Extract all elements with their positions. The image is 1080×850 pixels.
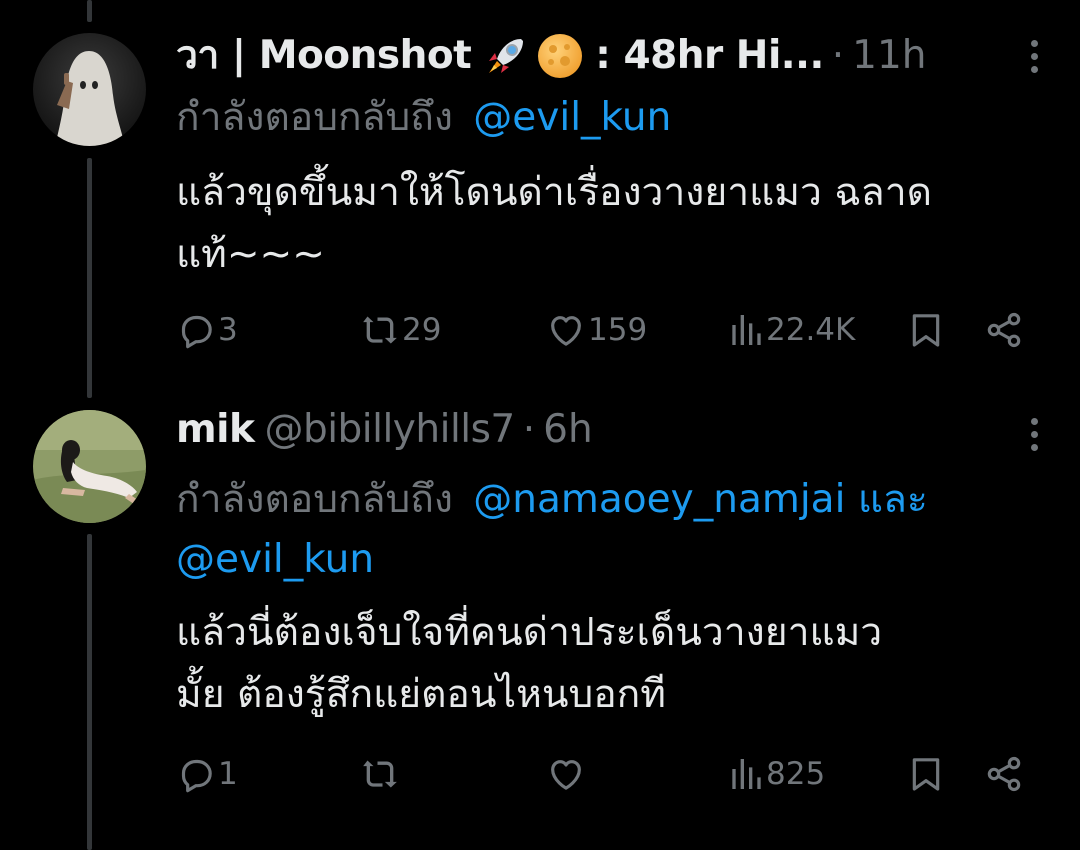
- like-button[interactable]: 159: [546, 305, 647, 355]
- bookmark-icon: [912, 758, 940, 791]
- repost-button[interactable]: [360, 749, 402, 799]
- user-handle[interactable]: @bibillyhills7: [264, 402, 515, 458]
- tweet-text-line: แล้วนี่ต้องเจ็บใจที่คนด่าประเด็นวางยาแมว: [176, 610, 883, 655]
- like-count: 159: [588, 312, 648, 348]
- reply-button[interactable]: 1: [176, 749, 238, 799]
- bookmark-icon: [912, 314, 940, 347]
- full-moon-emoji: [535, 31, 585, 81]
- repost-icon: [363, 316, 397, 344]
- thread: วา | Moonshot: 48hr Hi... · 11h กำลังตอ…: [0, 0, 1080, 850]
- tweet[interactable]: วา | Moonshot: 48hr Hi... · 11h กำลังตอ…: [0, 0, 1080, 380]
- tweet[interactable]: mik @bibillyhills7 · 6h กำลังตอบกลับถึง …: [0, 380, 1080, 850]
- reply-icon: [181, 315, 212, 349]
- display-name-suffix[interactable]: : 48hr Hi...: [595, 28, 824, 84]
- tweet-header: วา | Moonshot: 48hr Hi... · 11h: [176, 28, 927, 84]
- bookmark-button[interactable]: [906, 749, 946, 799]
- tweet-text: แล้วนี่ต้องเจ็บใจที่คนด่าประเด็นวางยาแมว…: [176, 602, 882, 726]
- view-count: 22.4K: [766, 312, 856, 348]
- tweet-actions: 1 825: [176, 749, 1036, 799]
- timestamp[interactable]: 11h: [852, 28, 926, 84]
- separator-dot: ·: [522, 407, 536, 452]
- repost-icon: [363, 760, 397, 788]
- tweet-text-line: มั้ย ต้องรู้สึกแย่ตอนไหนบอกที: [176, 672, 666, 717]
- rocket-emoji: [481, 31, 531, 81]
- mention-link[interactable]: @namaoey_namjai และ: [473, 477, 928, 522]
- view-count: 825: [766, 756, 826, 792]
- reply-button[interactable]: 3: [176, 305, 238, 355]
- repost-count: 29: [402, 312, 442, 348]
- tweet-header: mik @bibillyhills7 · 6h: [176, 402, 593, 458]
- mention-link[interactable]: @evil_kun: [473, 95, 671, 140]
- display-name[interactable]: mik: [176, 402, 255, 458]
- tweet-text-line: แท้~~~: [176, 232, 325, 277]
- tweet-actions: 3 29 159 22.4K: [176, 305, 1036, 355]
- heart-icon: [551, 316, 581, 346]
- tweet-text: แล้วขุดขึ้นมาให้โดนด่าเรื่องวางยาแมว ฉลา…: [176, 162, 932, 286]
- display-name[interactable]: วา | Moonshot: [176, 28, 472, 84]
- replying-to-label: กำลังตอบกลับถึง: [176, 477, 453, 522]
- heart-icon: [551, 760, 581, 790]
- replying-to: กำลังตอบกลับถึง @namaoey_namjai และ @evi…: [176, 470, 928, 590]
- bookmark-button[interactable]: [906, 305, 946, 355]
- share-icon: [987, 312, 1021, 348]
- share-button[interactable]: [984, 305, 1024, 355]
- separator-dot: ·: [831, 33, 845, 78]
- like-button[interactable]: [546, 749, 588, 799]
- tweet-text-line: แล้วขุดขึ้นมาให้โดนด่าเรื่องวางยาแมว ฉลา…: [176, 170, 932, 215]
- views-icon: [732, 759, 761, 789]
- views-icon: [732, 315, 761, 345]
- more-options-icon[interactable]: [1014, 34, 1054, 78]
- avatar[interactable]: [33, 410, 146, 523]
- reply-icon: [181, 759, 212, 793]
- share-icon: [987, 756, 1021, 792]
- reply-count: 1: [218, 756, 238, 792]
- views-button[interactable]: 825: [724, 749, 825, 799]
- more-options-icon[interactable]: [1014, 412, 1054, 456]
- replying-to: กำลังตอบกลับถึง @evil_kun: [176, 90, 671, 146]
- timestamp[interactable]: 6h: [543, 402, 593, 458]
- mention-link[interactable]: @evil_kun: [176, 537, 374, 582]
- share-button[interactable]: [984, 749, 1024, 799]
- replying-to-label: กำลังตอบกลับถึง: [176, 95, 453, 140]
- views-button[interactable]: 22.4K: [724, 305, 855, 355]
- repost-button[interactable]: 29: [360, 305, 441, 355]
- avatar[interactable]: [33, 33, 146, 146]
- reply-count: 3: [218, 312, 238, 348]
